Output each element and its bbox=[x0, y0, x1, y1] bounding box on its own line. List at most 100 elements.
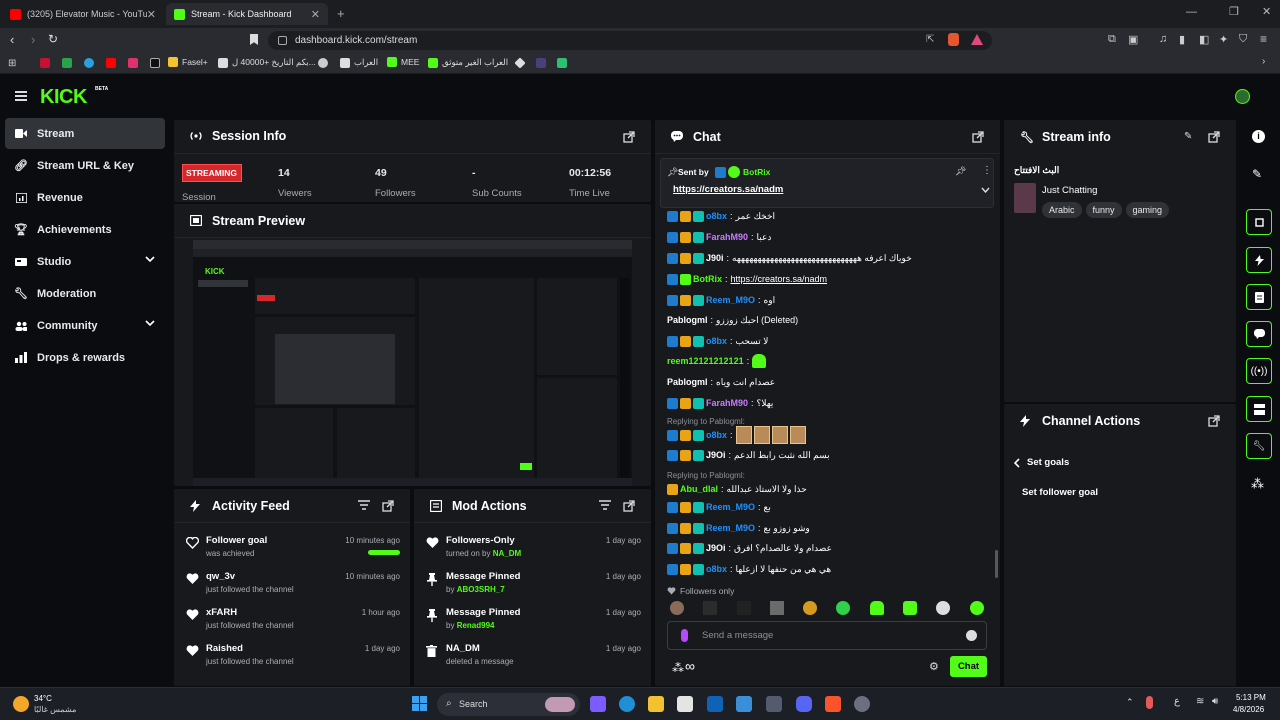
chat-message[interactable]: FarahM90: دعبا bbox=[667, 230, 771, 244]
chat-message[interactable]: J9Oi: بسم الله نثبت رابط الدعم bbox=[667, 448, 830, 462]
bookmark-icon-2[interactable] bbox=[62, 58, 72, 68]
bookmark-icon-5[interactable] bbox=[536, 58, 546, 68]
chat-username[interactable]: BotRix bbox=[693, 274, 722, 284]
chat-username[interactable]: Abu_dlal bbox=[680, 484, 718, 494]
emote-icon[interactable] bbox=[670, 601, 684, 615]
set-goals-back-button[interactable]: Set goals bbox=[1014, 457, 1069, 468]
clock-time[interactable]: 5:13 PM bbox=[1236, 693, 1266, 702]
mod-action-user[interactable]: NA_DM bbox=[493, 549, 521, 558]
chat-username[interactable]: o8bx bbox=[706, 430, 727, 440]
chat-tools-icon[interactable]: ⁂ bbox=[672, 661, 684, 675]
tab-youtube[interactable]: (3205) Elevator Music - YouTube ✕ bbox=[2, 3, 164, 25]
chat-message[interactable]: o8bx: لا تسحب bbox=[667, 334, 768, 348]
broadcast-button[interactable]: ((•)) bbox=[1246, 358, 1272, 384]
chat-username[interactable]: FarahM90 bbox=[706, 232, 748, 242]
clip-button[interactable] bbox=[1246, 209, 1272, 235]
emote-icon[interactable] bbox=[737, 601, 751, 615]
chat-username[interactable]: Pablogml bbox=[667, 377, 708, 387]
sidebar-item-studio[interactable]: Studio bbox=[5, 246, 165, 277]
info-icon[interactable]: i bbox=[1252, 130, 1265, 143]
bookmark-icon-4[interactable] bbox=[514, 57, 526, 69]
bookmark-icon-1[interactable] bbox=[40, 58, 50, 68]
chat-input[interactable]: Send a message bbox=[667, 621, 987, 650]
layout-button[interactable] bbox=[1246, 396, 1272, 422]
chat-message[interactable]: Pablogml: احبك زوززو (Deleted) bbox=[667, 313, 798, 327]
chat-message[interactable]: J90i: خوياك اعرفه ههههههههههههههههههههههه… bbox=[667, 251, 912, 265]
url-input[interactable]: dashboard.kick.com/stream ⇱ bbox=[268, 31, 992, 50]
outlook-icon[interactable] bbox=[707, 696, 723, 712]
wifi-icon[interactable]: ≋ bbox=[1196, 696, 1204, 707]
chevron-down-icon[interactable] bbox=[145, 320, 155, 326]
chat-message[interactable]: Pablogml: عصدام انت وياه bbox=[667, 375, 775, 389]
more-bookmarks-icon[interactable]: › bbox=[1262, 56, 1265, 67]
close-icon[interactable]: ✕ bbox=[147, 8, 156, 21]
bookmark-3[interactable]: العراب bbox=[340, 57, 378, 68]
reload-icon[interactable]: ↻ bbox=[48, 32, 58, 46]
chat-message[interactable]: o8bx: هي هي من حنفها لا ازعلها bbox=[667, 562, 831, 576]
emote-icon[interactable] bbox=[703, 601, 717, 615]
chat-button[interactable] bbox=[1246, 321, 1272, 347]
more-icon[interactable]: ⋮ bbox=[982, 165, 992, 176]
sidebar-item-achievements[interactable]: 🏆︎ Achievements bbox=[5, 214, 165, 245]
weather-icon[interactable] bbox=[13, 696, 29, 712]
popout-icon[interactable] bbox=[382, 500, 394, 512]
sidebar-item-url-key[interactable]: 🔗︎ Stream URL & Key bbox=[5, 150, 165, 181]
popout-icon[interactable] bbox=[1208, 131, 1220, 143]
close-icon[interactable]: ✕ bbox=[311, 8, 320, 21]
chat-message[interactable]: o8bx: اخخك عمر bbox=[667, 209, 775, 223]
bookmark-icon[interactable] bbox=[250, 34, 258, 45]
mic-icon[interactable] bbox=[681, 629, 688, 642]
brave-shields-icon[interactable] bbox=[948, 33, 959, 46]
chat-scrollbar[interactable] bbox=[995, 550, 998, 578]
chat-message[interactable]: Reem_M9O: اوه bbox=[667, 293, 775, 307]
chat-username[interactable]: Reem_M9O bbox=[706, 523, 755, 533]
quick-action-button[interactable] bbox=[1246, 247, 1272, 273]
chat-username[interactable]: Reem_M9O bbox=[706, 502, 755, 512]
sidebar-item-revenue[interactable]: Revenue bbox=[5, 182, 165, 213]
mod-action-user[interactable]: Renad994 bbox=[457, 621, 495, 630]
chevron-down-icon[interactable] bbox=[145, 256, 155, 262]
mic-icon[interactable] bbox=[1146, 696, 1153, 709]
brave-icon[interactable] bbox=[825, 696, 841, 712]
infinity-icon[interactable]: ∞ bbox=[685, 658, 695, 674]
chat-username[interactable]: FarahM90 bbox=[706, 398, 748, 408]
bookmark-icon-6[interactable] bbox=[557, 58, 567, 68]
set-follower-goal-button[interactable]: Set follower goal bbox=[1022, 487, 1098, 498]
emote-icon[interactable] bbox=[803, 601, 817, 615]
pinned-user[interactable]: BotRix bbox=[743, 167, 770, 177]
tag[interactable]: funny bbox=[1085, 202, 1122, 218]
sidebar-item-drops[interactable]: Drops & rewards bbox=[5, 342, 165, 373]
emote-icon[interactable] bbox=[936, 601, 950, 615]
unpin-icon[interactable]: 📌︎ bbox=[955, 166, 966, 177]
reply-reference[interactable]: Replying to Pablogml: bbox=[667, 414, 745, 428]
photos-icon[interactable] bbox=[736, 696, 752, 712]
clock-date[interactable]: 4/8/2026 bbox=[1233, 705, 1264, 714]
rewards-icon[interactable] bbox=[971, 34, 983, 45]
send-chat-button[interactable]: Chat bbox=[950, 656, 987, 677]
settings-icon[interactable]: ⚙ bbox=[929, 660, 939, 673]
chat-message[interactable]: reem12121212121: bbox=[667, 354, 767, 368]
wallet-icon[interactable]: ◧ bbox=[1199, 33, 1209, 46]
app-icon-2[interactable] bbox=[854, 696, 870, 712]
forward-icon[interactable]: › bbox=[31, 32, 35, 47]
emote-icon[interactable] bbox=[836, 601, 850, 615]
popout-icon[interactable] bbox=[972, 131, 984, 143]
chat-username[interactable]: Pablogml bbox=[667, 315, 708, 325]
sidebar-item-stream[interactable]: Stream bbox=[5, 118, 165, 149]
chat-message[interactable]: Reem_M9O: وشو زوزو بع bbox=[667, 521, 810, 535]
hamburger-icon[interactable] bbox=[15, 91, 27, 101]
tag[interactable]: gaming bbox=[1125, 202, 1170, 218]
emote-icon[interactable] bbox=[870, 601, 884, 615]
chevron-up-icon[interactable]: ⌃ bbox=[1126, 697, 1134, 708]
chat-username[interactable]: o8bx bbox=[706, 564, 727, 574]
chat-username[interactable]: o8bx bbox=[706, 336, 727, 346]
telegram-icon[interactable] bbox=[84, 58, 94, 68]
store-icon[interactable] bbox=[677, 696, 693, 712]
chevron-down-icon[interactable] bbox=[981, 187, 990, 193]
copilot-icon[interactable] bbox=[590, 696, 606, 712]
chat-username[interactable]: o8bx bbox=[706, 211, 727, 221]
chat-username[interactable]: J9Oi bbox=[706, 543, 726, 553]
tab-kick[interactable]: Stream - Kick Dashboard ✕ bbox=[166, 3, 328, 25]
youtube-icon[interactable] bbox=[106, 58, 116, 68]
tag[interactable]: Arabic bbox=[1042, 202, 1082, 218]
